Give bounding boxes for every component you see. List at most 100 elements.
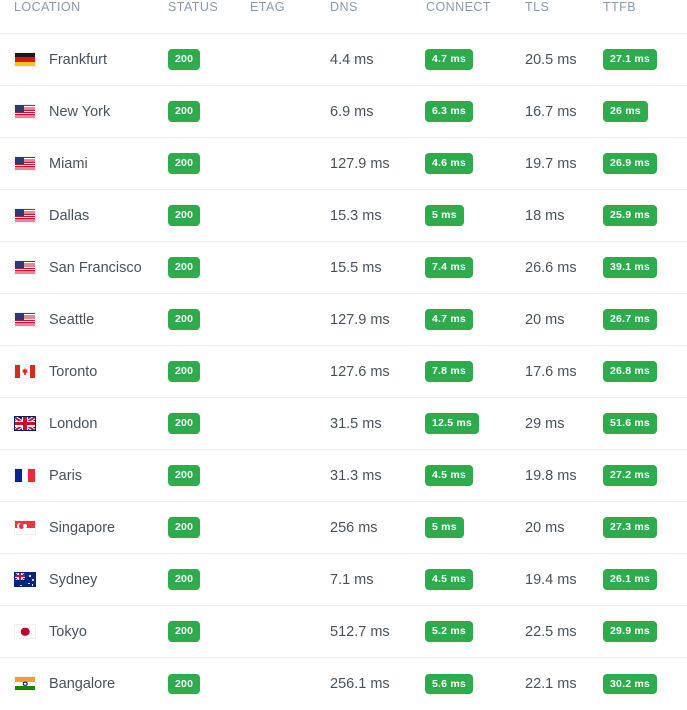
cell-location: Frankfurt [0,33,165,86]
connect-badge: 5.2 ms [425,621,473,642]
cell-status: 200 [165,293,248,346]
cell-ttfb: 25.9 ms [603,189,687,242]
cell-connect: 5.6 ms [425,657,525,710]
status-badge: 200 [168,153,201,174]
status-badge: 200 [168,205,201,226]
table-row[interactable]: Tokyo 200 512.7 ms 5.2 ms 22.5 ms 29.9 ms [0,605,687,658]
table-row[interactable]: Sydney 200 7.1 ms 4.5 ms 19.4 ms 26.1 ms [0,553,687,606]
flag-france-icon [14,468,36,483]
status-badge: 200 [168,621,201,642]
table-row[interactable]: Paris 200 31.3 ms 4.5 ms 19.8 ms 27.2 ms [0,449,687,502]
table-row[interactable]: Dallas 200 15.3 ms 5 ms 18 ms 25.9 ms [0,189,687,242]
tls-value: 19.8 ms [525,468,577,484]
cell-dns: 4.4 ms [328,33,425,86]
cell-etag [248,449,328,502]
cell-tls: 22.5 ms [525,605,603,658]
location-label: Dallas [49,207,90,224]
flag-canada-icon [14,364,36,379]
flag-japan-icon [14,624,36,639]
status-badge: 200 [168,309,201,330]
column-header-tls[interactable]: TLS [525,0,603,34]
column-header-location[interactable]: LOCATION [0,0,165,34]
cell-status: 200 [165,241,248,294]
column-header-dns[interactable]: DNS [328,0,425,34]
cell-connect: 5 ms [425,501,525,554]
cell-status: 200 [165,33,248,86]
cell-etag [248,657,328,710]
table-row[interactable]: Miami 200 127.9 ms 4.6 ms 19.7 ms 26.9 ms [0,137,687,190]
status-badge: 200 [168,413,201,434]
table-row[interactable]: Frankfurt 200 4.4 ms 4.7 ms 20.5 ms 27.1 ms [0,33,687,86]
cell-tls: 19.8 ms [525,449,603,502]
tls-value: 29 ms [525,416,565,432]
ttfb-badge: 30.2 ms [603,673,657,694]
column-header-status[interactable]: STATUS [165,0,248,34]
table-row[interactable]: Seattle 200 127.9 ms 4.7 ms 20 ms 26.7 ms [0,293,687,346]
table-row[interactable]: London 200 31.5 ms 12.5 ms 29 ms 51.6 ms [0,397,687,450]
table-header: LOCATION STATUS ETAG DNS CONNECT TLS TTF… [0,0,687,34]
cell-dns: 7.1 ms [328,553,425,606]
table-row[interactable]: Toronto 200 127.6 ms 7.8 ms 17.6 ms 26.8 ms [0,345,687,398]
dns-value: 6.9 ms [330,104,374,120]
column-header-tls-label: TLS [525,0,550,14]
column-header-etag[interactable]: ETAG [248,0,328,34]
ttfb-badge: 26 ms [603,101,648,122]
flag-united-states-icon [14,208,36,223]
location-label: London [49,415,98,432]
ttfb-badge: 26.9 ms [603,153,657,174]
cell-dns: 512.7 ms [328,605,425,658]
cell-status: 200 [165,605,248,658]
dns-value: 127.6 ms [330,364,390,380]
cell-tls: 20 ms [525,293,603,346]
location-label: Miami [49,155,88,172]
flag-united-kingdom-icon [14,416,36,431]
location-label: Tokyo [49,623,87,640]
cell-ttfb: 26.7 ms [603,293,687,346]
column-header-ttfb[interactable]: TTFB [603,0,687,34]
column-header-ttfb-label: TTFB [603,0,637,14]
cell-ttfb: 39.1 ms [603,241,687,294]
flag-india-icon [14,676,36,692]
connect-badge: 12.5 ms [425,413,479,434]
cell-connect: 4.5 ms [425,449,525,502]
status-badge: 200 [168,673,201,694]
cell-status: 200 [165,189,248,242]
cell-etag [248,345,328,398]
cell-dns: 31.3 ms [328,449,425,502]
column-header-connect[interactable]: CONNECT [425,0,525,34]
ttfb-badge: 25.9 ms [603,205,657,226]
cell-status: 200 [165,657,248,710]
cell-location: Miami [0,137,165,190]
table-row[interactable]: Singapore 200 256 ms 5 ms 20 ms 27.3 ms [0,501,687,554]
cell-tls: 22.1 ms [525,657,603,710]
cell-tls: 16.7 ms [525,85,603,138]
cell-connect: 7.8 ms [425,345,525,398]
table-row[interactable]: Bangalore 200 256.1 ms 5.6 ms 22.1 ms 30.2 ms [0,657,687,710]
location-label: Frankfurt [49,51,108,68]
dns-value: 15.3 ms [330,208,382,224]
cell-status: 200 [165,449,248,502]
cell-status: 200 [165,345,248,398]
connect-badge: 4.5 ms [425,569,473,590]
dns-value: 31.3 ms [330,468,382,484]
cell-tls: 19.7 ms [525,137,603,190]
table-row[interactable]: New York 200 6.9 ms 6.3 ms 16.7 ms 26 ms [0,85,687,138]
cell-location: Tokyo [0,605,165,658]
cell-status: 200 [165,553,248,606]
tls-value: 22.5 ms [525,624,577,640]
cell-location: Singapore [0,501,165,554]
tls-value: 17.6 ms [525,364,577,380]
cell-status: 200 [165,85,248,138]
cell-location: Seattle [0,293,165,346]
cell-etag [248,137,328,190]
cell-dns: 6.9 ms [328,85,425,138]
ttfb-badge: 51.6 ms [603,413,657,434]
cell-connect: 4.7 ms [425,293,525,346]
tls-value: 22.1 ms [525,676,577,693]
table-row[interactable]: San Francisco 200 15.5 ms 7.4 ms 26.6 ms 39.1… [0,241,687,294]
cell-connect: 4.6 ms [425,137,525,190]
cell-ttfb: 26.9 ms [603,137,687,190]
flag-united-states-icon [14,312,36,327]
flag-singapore-icon [14,520,36,535]
tls-value: 19.4 ms [525,572,577,588]
